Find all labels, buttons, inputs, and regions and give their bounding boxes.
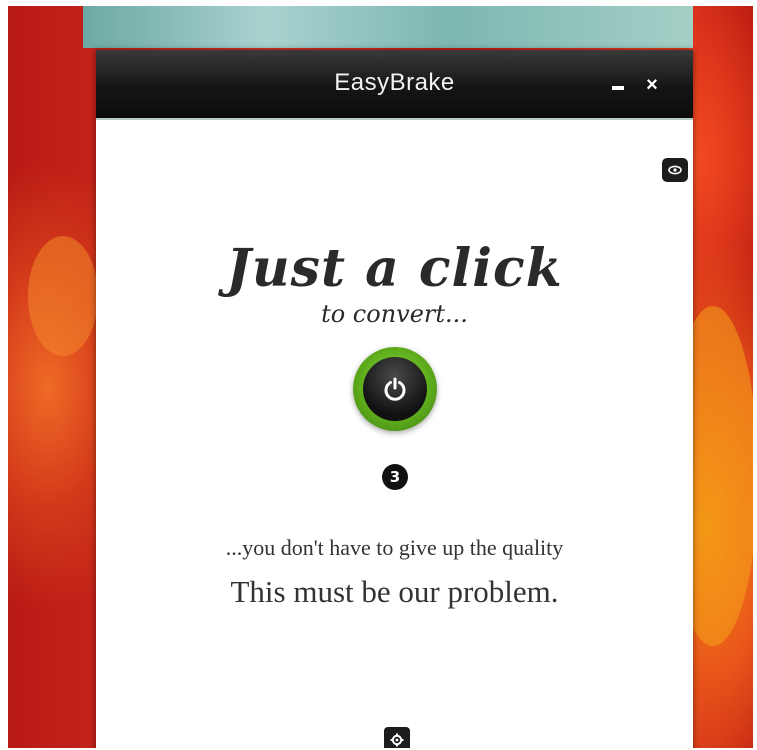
subheadline: to convert... [321, 300, 468, 328]
minimize-button[interactable] [608, 74, 630, 96]
gear-icon [390, 733, 404, 747]
convert-power-button[interactable] [353, 347, 437, 431]
desktop-background: EasyBrake × Just a click to convert... 3… [8, 6, 753, 748]
side-panel-tab[interactable] [662, 158, 688, 182]
eye-icon [668, 165, 682, 175]
flower-decoration [28, 236, 98, 356]
queue-count-badge[interactable]: 3 [382, 464, 408, 490]
headline: Just a click [226, 238, 563, 299]
power-button-face [363, 357, 427, 421]
app-window: EasyBrake × Just a click to convert... 3… [96, 50, 693, 748]
power-icon [384, 377, 406, 401]
title-bar[interactable]: EasyBrake × [96, 50, 693, 120]
tagline: ...you don't have to give up the quality [225, 535, 564, 560]
window-title: EasyBrake [334, 69, 455, 96]
close-icon: × [646, 74, 658, 96]
settings-tab[interactable] [384, 727, 410, 748]
close-button[interactable]: × [641, 74, 663, 96]
slogan: This must be our problem. [230, 574, 559, 609]
